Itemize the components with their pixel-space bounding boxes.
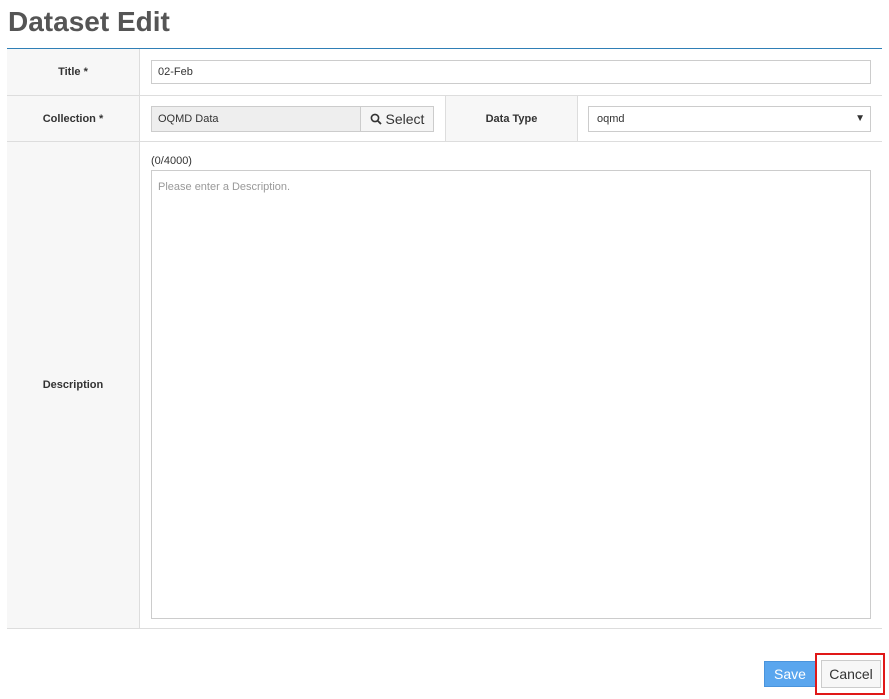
collection-row: Collection * OQMD Data Select Data Type … [7, 96, 882, 142]
title-input[interactable]: 02-Feb [151, 60, 871, 84]
description-textarea[interactable]: Please enter a Description. [151, 170, 871, 619]
collection-field: OQMD Data [151, 106, 361, 132]
select-collection-button[interactable]: Select [360, 106, 434, 132]
search-icon [370, 113, 382, 125]
save-button[interactable]: Save [764, 661, 816, 687]
caret-down-icon: ▼ [855, 113, 865, 124]
title-label: Title * [7, 49, 140, 95]
data-type-value: oqmd [597, 113, 625, 125]
dataset-form: Title * 02-Feb Collection * OQMD Data Se… [7, 48, 882, 629]
cancel-button[interactable]: Cancel [821, 660, 881, 688]
collection-label: Collection * [7, 96, 140, 141]
description-row: Description (0/4000) Please enter a Desc… [7, 142, 882, 629]
description-label: Description [7, 142, 140, 628]
title-row: Title * 02-Feb [7, 49, 882, 96]
description-counter: (0/4000) [151, 155, 192, 167]
page-title: Dataset Edit [8, 6, 170, 37]
data-type-select[interactable]: oqmd ▼ [588, 106, 871, 132]
select-button-label: Select [385, 111, 425, 127]
data-type-label: Data Type [445, 96, 578, 141]
